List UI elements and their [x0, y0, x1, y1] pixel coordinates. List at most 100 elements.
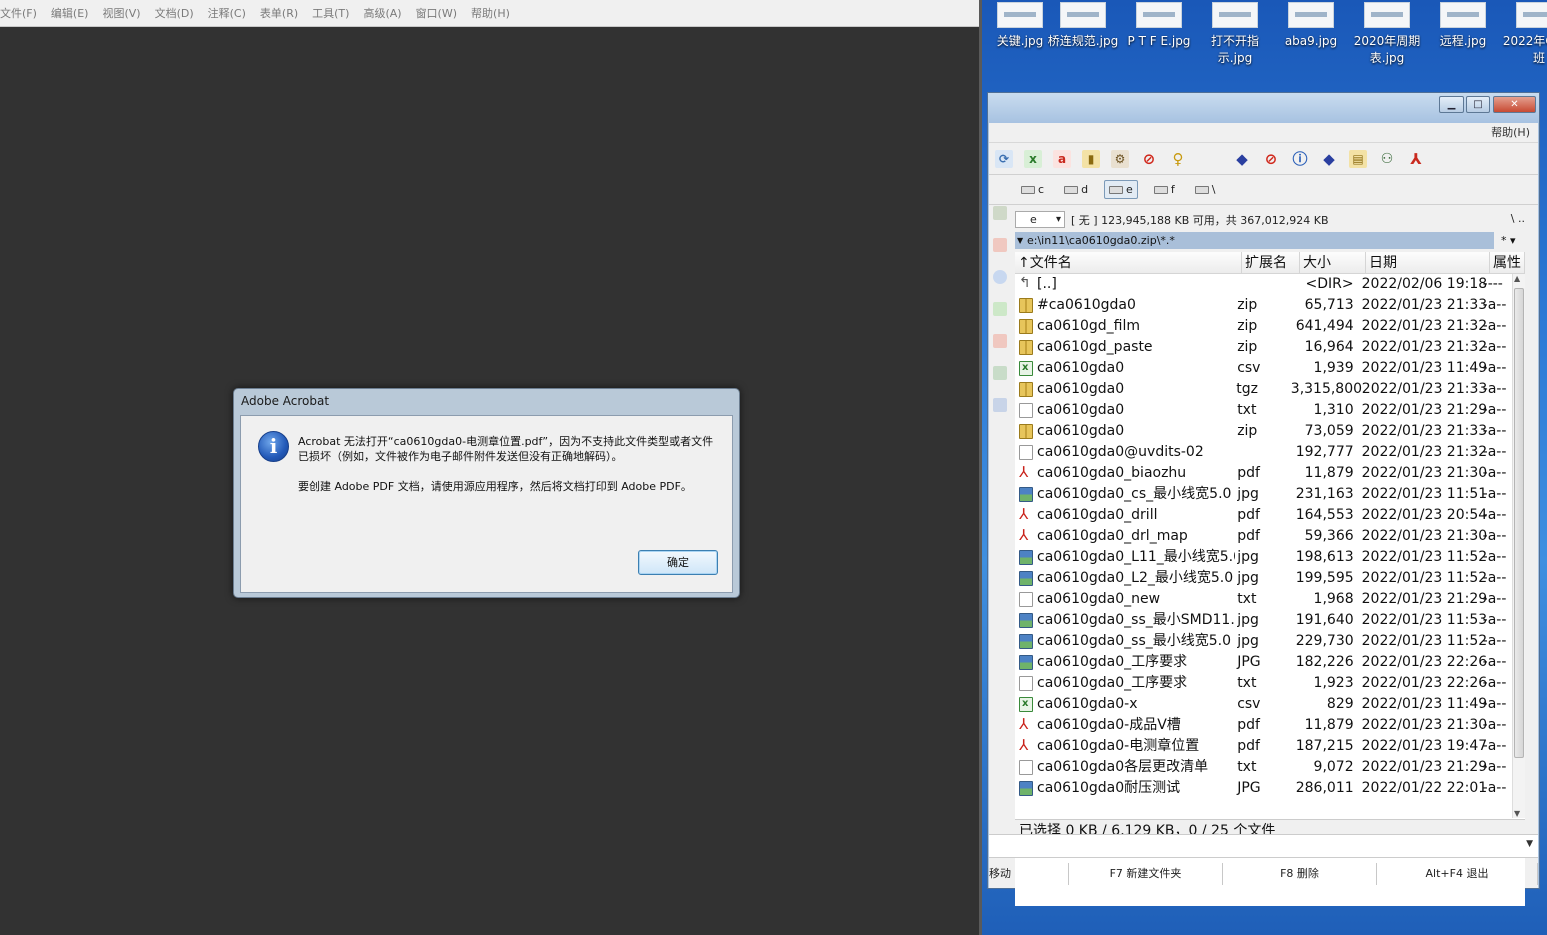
stop-icon[interactable]: ⊘: [1140, 150, 1158, 168]
file-row[interactable]: ca0610gda0_drill pdf 164,553 2022/01/23 20:…: [1015, 505, 1512, 526]
col-ext[interactable]: 扩展名: [1242, 252, 1300, 274]
drive-select[interactable]: e: [1015, 211, 1065, 228]
current-path[interactable]: e:\in11\ca0610gda0.zip\*.*: [1015, 232, 1494, 249]
cancel-icon[interactable]: ⊘: [1262, 150, 1280, 168]
file-row[interactable]: ca0610gda0_drl_map pdf 59,366 2022/01/23 21…: [1015, 526, 1512, 547]
side-image-icon[interactable]: [993, 398, 1007, 412]
scroll-thumb[interactable]: [1514, 288, 1524, 758]
folder-icon[interactable]: ▤: [1349, 149, 1367, 168]
root-up-buttons[interactable]: \ ..: [1511, 212, 1525, 225]
file-manager-window: ▁ □ ✕ 帮助(H) ⟳ x a ▮ ⚙ ⊘ ♀ ◆ ⊘ ⓘ ◆ ▤ ⚇ ⅄ …: [987, 92, 1540, 906]
col-attr[interactable]: 属性: [1490, 252, 1525, 274]
drive-button[interactable]: e: [1104, 180, 1138, 199]
drive-button[interactable]: f: [1150, 181, 1179, 198]
file-name: ca0610gda0_L2_最小线宽5.0: [1037, 570, 1234, 586]
close-button[interactable]: ✕: [1493, 96, 1536, 113]
file-row[interactable]: ca0610gd_paste zip 16,964 2022/01/23 21:32-…: [1015, 337, 1512, 358]
network-icon[interactable]: ⚇: [1378, 150, 1396, 168]
file-row[interactable]: ca0610gda0 tgz 3,315,800 2022/01/23 21:33 -a…: [1015, 379, 1512, 400]
drive-button[interactable]: d: [1060, 181, 1092, 198]
desktop-icon[interactable]: 桥连规范.jpg: [1045, 0, 1121, 50]
acrobat-menu-item[interactable]: 高级(A): [363, 5, 401, 21]
acrobat-menu-item[interactable]: 表单(R): [260, 5, 298, 21]
side-network-icon[interactable]: [993, 206, 1007, 220]
drive-button[interactable]: c: [1017, 181, 1048, 198]
acrobat-menu-item[interactable]: 工具(T): [312, 5, 349, 21]
file-row[interactable]: ca0610gda0-成品V槽 pdf 11,879 2022/01/23 21:30…: [1015, 715, 1512, 736]
file-row[interactable]: ca0610gd_film zip 641,494 2022/01/23 21:32-…: [1015, 316, 1512, 337]
acrobat-menu-item[interactable]: 注释(C): [208, 5, 246, 21]
file-row[interactable]: ca0610gda0 txt 1,310 2022/01/23 21:29 -a--: [1015, 400, 1512, 421]
file-row[interactable]: ca0610gda0_L2_最小线宽5.0 jpg 199,595 2022/01/2…: [1015, 568, 1512, 589]
file-name: ca0610gda0耐压测试: [1037, 780, 1181, 796]
desktop-icon[interactable]: 2020年周期表.jpg: [1349, 0, 1425, 67]
col-name[interactable]: ↑文件名: [1015, 252, 1242, 274]
desktop-icon[interactable]: P T F E.jpg: [1121, 0, 1197, 50]
acrobat-menu-item[interactable]: 编辑(E): [51, 5, 89, 21]
file-row[interactable]: ca0610gda0耐压测试 JPG 286,011 2022/01/22 22:01…: [1015, 778, 1512, 799]
file-row[interactable]: [..] <DIR> 2022/02/06 19:18----: [1015, 274, 1512, 295]
file-name: ca0610gda0_drl_map: [1037, 528, 1188, 544]
acrobat-icon[interactable]: a: [1053, 149, 1071, 168]
filter-button[interactable]: * ▾: [1501, 232, 1516, 249]
excel-icon[interactable]: x: [1024, 149, 1042, 168]
scroll-up-icon[interactable]: ▲: [1514, 274, 1520, 283]
file-date: 2022/01/23 21:32: [1361, 339, 1488, 355]
file-row[interactable]: ca0610gda0-x csv 829 2022/01/23 11:49-a--: [1015, 694, 1512, 715]
side-excel-icon[interactable]: [993, 302, 1007, 316]
fm-toolbar: ⟳ x a ▮ ⚙ ⊘ ♀ ◆ ⊘ ⓘ ◆ ▤ ⚇ ⅄: [989, 143, 1538, 175]
menu-help[interactable]: 帮助(H): [1491, 126, 1530, 139]
drive-label: \: [1211, 183, 1216, 196]
desktop-icon[interactable]: 打不开指示.jpg: [1197, 0, 1273, 67]
chevron-down-icon[interactable]: ▼: [1526, 839, 1533, 849]
acrobat-menu-item[interactable]: 窗口(W): [416, 5, 457, 21]
function-key-button[interactable]: F7 新建文件夹: [1069, 863, 1223, 885]
key-icon[interactable]: ♀: [1169, 150, 1187, 168]
file-row[interactable]: ca0610gda0_ss_最小SMD11.8.. jpg 191,640 2022/…: [1015, 610, 1512, 631]
ok-button[interactable]: 确定: [638, 550, 718, 575]
col-date[interactable]: 日期: [1366, 252, 1490, 274]
color-cube2-icon[interactable]: ◆: [1320, 150, 1338, 168]
fm-titlebar[interactable]: ▁ □ ✕: [988, 93, 1539, 123]
file-row[interactable]: ca0610gda0_cs_最小线宽5.0 jpg 231,163 2022/01/2…: [1015, 484, 1512, 505]
command-line[interactable]: ▼: [989, 834, 1538, 858]
file-row[interactable]: ca0610gda0_ss_最小线宽5.0 jpg 229,730 2022/01/2…: [1015, 631, 1512, 652]
pdf-icon[interactable]: ⅄: [1407, 150, 1425, 168]
function-key-button[interactable]: Alt+F4 退出: [1377, 863, 1538, 885]
file-row[interactable]: ca0610gda0@uvdits-02 192,777 2022/01/23 21…: [1015, 442, 1512, 463]
col-size[interactable]: 大小: [1300, 252, 1366, 274]
minimize-button[interactable]: ▁: [1439, 96, 1464, 113]
function-key-button[interactable]: 移动: [989, 863, 1069, 885]
function-key-button[interactable]: F8 删除: [1223, 863, 1377, 885]
side-pdf-icon[interactable]: [993, 238, 1007, 252]
file-row[interactable]: #ca0610gda0 zip 65,713 2022/01/23 21:33 -a--: [1015, 295, 1512, 316]
file-row[interactable]: ca0610gda0_工序要求 JPG 182,226 2022/01/23 22:2…: [1015, 652, 1512, 673]
color-cube-icon[interactable]: ◆: [1233, 150, 1251, 168]
side-globe-icon[interactable]: [993, 270, 1007, 284]
acrobat-menu-item[interactable]: 帮助(H): [471, 5, 510, 21]
desktop-icon[interactable]: aba9.jpg: [1273, 0, 1349, 50]
maximize-button[interactable]: □: [1466, 96, 1490, 113]
file-row[interactable]: ca0610gda0各层更改清单 txt 9,072 2022/01/23 21:29…: [1015, 757, 1512, 778]
file-row[interactable]: ca0610gda0_biaozhu pdf 11,879 2022/01/23 21…: [1015, 463, 1512, 484]
tools-icon[interactable]: ⚙: [1111, 149, 1129, 168]
file-row[interactable]: ca0610gda0 zip 73,059 2022/01/23 21:33 -a--: [1015, 421, 1512, 442]
side-acrobat-icon[interactable]: [993, 334, 1007, 348]
info-circle-icon[interactable]: ⓘ: [1291, 150, 1309, 168]
acrobat-menu-item[interactable]: 文档(D): [155, 5, 194, 21]
file-row[interactable]: ca0610gda0-电测章位置 pdf 187,215 2022/01/23 19:…: [1015, 736, 1512, 757]
refresh-icon[interactable]: ⟳: [995, 149, 1013, 168]
file-row[interactable]: ca0610gda0 csv 1,939 2022/01/23 11:49-a--: [1015, 358, 1512, 379]
archive-icon[interactable]: ▮: [1082, 149, 1100, 168]
desktop-icon[interactable]: 2022年QA排班: [1501, 0, 1547, 67]
scroll-down-icon[interactable]: ▼: [1514, 809, 1520, 818]
side-tool-icon[interactable]: [993, 366, 1007, 380]
acrobat-menu-item[interactable]: 文件(F): [0, 5, 37, 21]
acrobat-menu-item[interactable]: 视图(V): [102, 5, 140, 21]
desktop-icon[interactable]: 远程.jpg: [1425, 0, 1501, 50]
file-row[interactable]: ca0610gda0_new txt 1,968 2022/01/23 21:29 -a…: [1015, 589, 1512, 610]
file-row[interactable]: ca0610gda0_L11_最小线宽5.0 jpg 198,613 2022/01/…: [1015, 547, 1512, 568]
file-row[interactable]: ca0610gda0_工序要求 txt 1,923 2022/01/23 22:26-…: [1015, 673, 1512, 694]
vertical-scrollbar[interactable]: ▲ ▼: [1512, 274, 1525, 818]
drive-button[interactable]: \: [1191, 181, 1220, 198]
